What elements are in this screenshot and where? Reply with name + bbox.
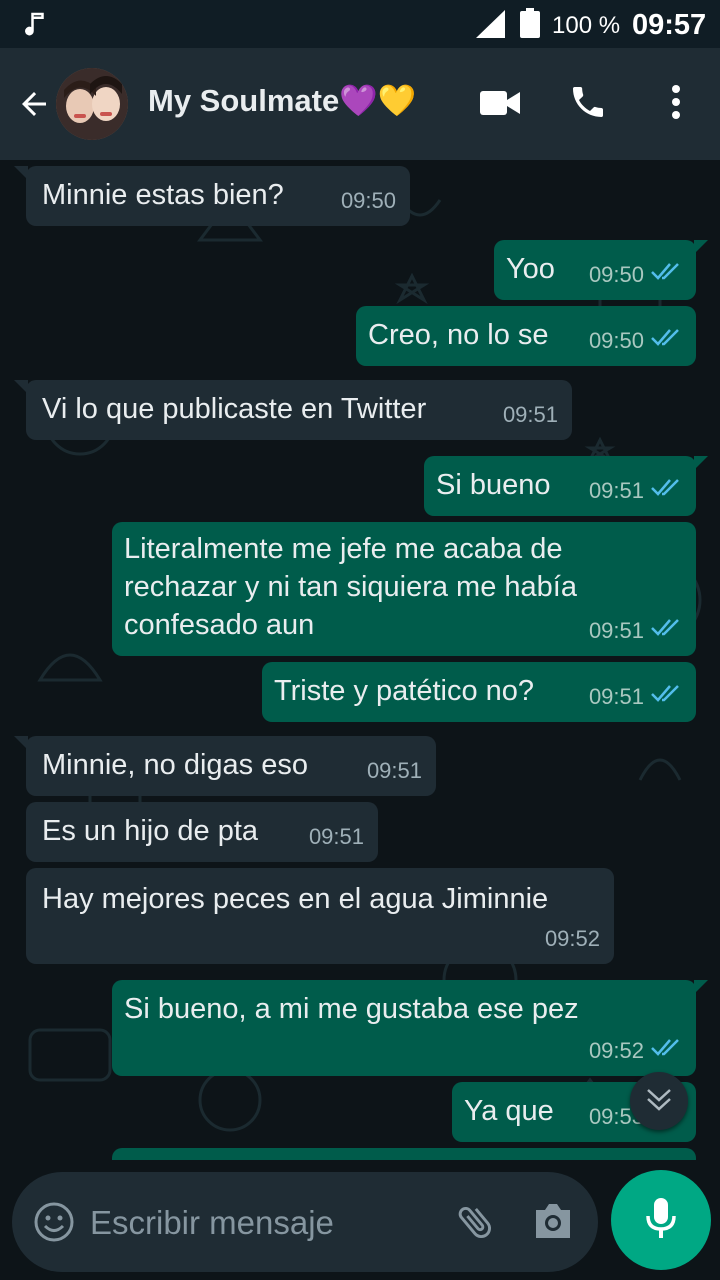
- message-outgoing[interactable]: Literalmente me jefe me acaba de rechaza…: [112, 522, 696, 656]
- more-vert-icon[interactable]: [666, 84, 686, 125]
- double-check-icon: [650, 322, 682, 360]
- message-text: Creo, no lo se: [368, 319, 549, 351]
- message-time: 09:50: [588, 328, 644, 353]
- message-time: 09:51: [588, 684, 644, 709]
- message-incoming[interactable]: Vi lo que publicaste en Twitter 09:51: [14, 380, 572, 440]
- message-text: Vi lo que publicaste en Twitter: [42, 393, 427, 425]
- message-outgoing[interactable]: Creo, no lo se 09:50: [356, 306, 696, 366]
- emoji-icon[interactable]: [34, 1202, 74, 1247]
- contact-avatar[interactable]: [56, 68, 128, 140]
- message-composer: Escribir mensaje: [0, 1160, 720, 1280]
- message-text: Ya que: [464, 1095, 554, 1127]
- message-time: 09:51: [502, 402, 558, 427]
- message-time: 09:51: [588, 478, 644, 503]
- microphone-icon: [643, 1196, 679, 1245]
- status-bar: 100 % 09:57: [0, 0, 720, 48]
- double-check-icon: [650, 678, 682, 716]
- double-check-icon: [650, 1032, 682, 1070]
- message-time: 09:51: [588, 618, 644, 643]
- phone-icon[interactable]: [568, 82, 608, 127]
- message-time: 09:50: [340, 188, 396, 213]
- double-check-icon: [650, 256, 682, 294]
- double-check-icon: [650, 612, 682, 650]
- message-time: 09:52: [544, 926, 600, 951]
- clock: 09:57: [632, 9, 707, 41]
- message-outgoing[interactable]: Si bueno 09:51: [424, 456, 708, 516]
- message-text: Si bueno: [436, 469, 551, 501]
- message-time: 09:51: [308, 824, 364, 849]
- message-text: Es un hijo de pta: [42, 815, 259, 847]
- battery-icon: [520, 8, 540, 43]
- message-time: 09:52: [588, 1038, 644, 1063]
- voice-record-button[interactable]: [611, 1170, 711, 1270]
- message-text: Hay mejores peces en el agua Jiminnie: [42, 883, 549, 915]
- chevron-down-double-icon: [644, 1086, 674, 1117]
- message-incoming[interactable]: Minnie, no digas eso 09:51: [14, 736, 436, 796]
- chat-area[interactable]: Minnie estas bien? 09:50 Yoo 09:50 Creo,…: [0, 160, 720, 1170]
- attach-icon[interactable]: [454, 1200, 498, 1249]
- message-text: Minnie, no digas eso: [42, 749, 308, 781]
- contact-name[interactable]: My Soulmate💜💛: [148, 82, 416, 119]
- message-input-placeholder: Escribir mensaje: [90, 1204, 334, 1241]
- message-outgoing[interactable]: Triste y patético no? 09:51: [262, 662, 696, 722]
- message-incoming[interactable]: Hay mejores peces en el agua Jiminnie 09…: [26, 868, 614, 964]
- message-input[interactable]: Escribir mensaje: [12, 1172, 598, 1272]
- message-incoming[interactable]: Minnie estas bien? 09:50: [14, 166, 410, 226]
- message-time: 09:50: [588, 262, 644, 287]
- chat-header: My Soulmate💜💛: [0, 48, 720, 160]
- message-time: 09:51: [366, 758, 422, 783]
- battery-percent: 100 %: [552, 12, 621, 39]
- cell-signal-icon: [476, 10, 506, 43]
- scroll-to-bottom-button[interactable]: [630, 1072, 688, 1130]
- message-text: Triste y patético no?: [274, 675, 535, 707]
- camera-icon[interactable]: [532, 1202, 574, 1245]
- message-incoming[interactable]: Es un hijo de pta 09:51: [26, 802, 378, 862]
- message-outgoing[interactable]: Yoo 09:50: [494, 240, 708, 300]
- message-text: Minnie estas bien?: [42, 179, 284, 211]
- double-check-icon: [650, 472, 682, 510]
- video-call-icon[interactable]: [480, 88, 520, 123]
- message-text: Literalmente me jefe me acaba de rechaza…: [124, 533, 577, 641]
- music-note-icon: [20, 9, 50, 44]
- message-text: Si bueno, a mi me gustaba ese pez: [124, 993, 579, 1025]
- message-text: Yoo: [506, 253, 555, 285]
- back-arrow-icon[interactable]: [16, 86, 52, 127]
- message-outgoing[interactable]: Si bueno, a mi me gustaba ese pez 09:52: [112, 980, 708, 1076]
